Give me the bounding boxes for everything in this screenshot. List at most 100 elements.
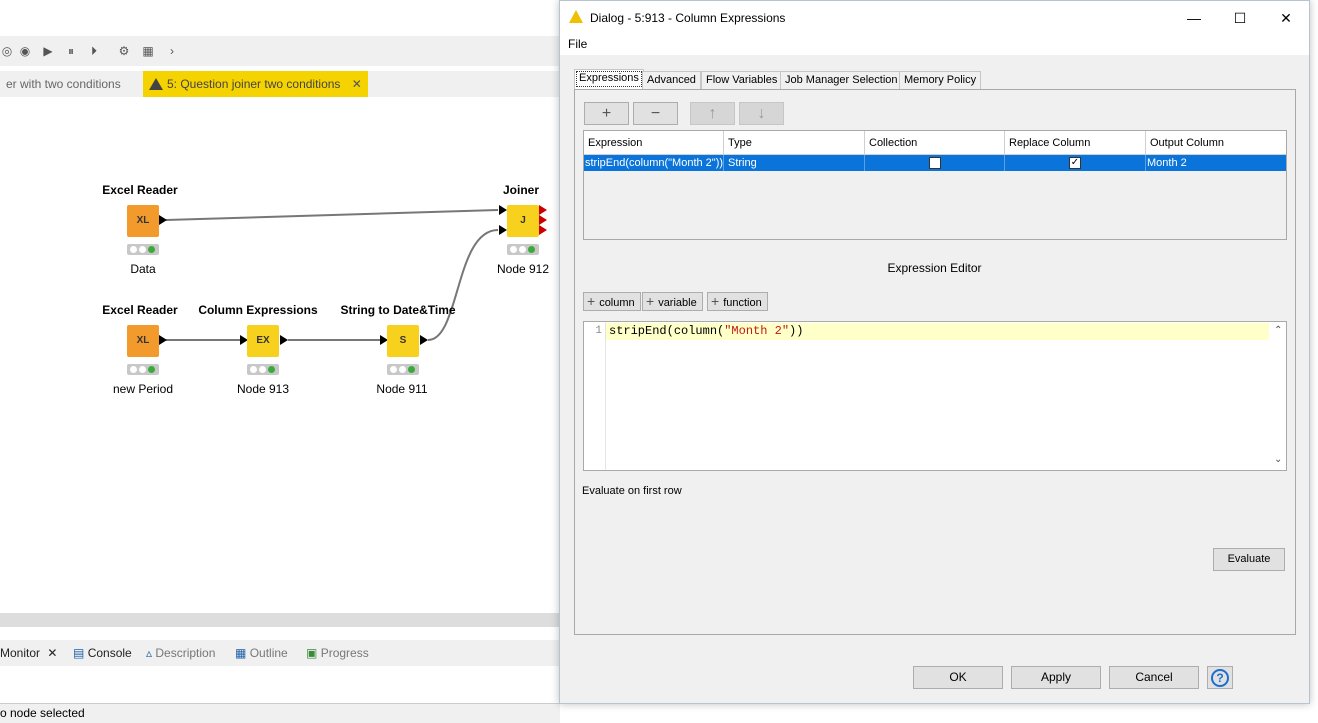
node-name[interactable]: Node 912 xyxy=(497,262,549,276)
cell-output-column[interactable]: Month 2 xyxy=(1146,155,1286,171)
node-id-icon[interactable]: ◎ xyxy=(0,44,14,58)
remove-expression-button[interactable]: − xyxy=(633,102,678,125)
move-down-button[interactable]: ↓ xyxy=(739,102,784,125)
output-port[interactable] xyxy=(159,335,167,345)
column-header-replace-column[interactable]: Replace Column xyxy=(1005,131,1146,155)
ok-button[interactable]: OK xyxy=(913,666,1003,689)
output-port[interactable] xyxy=(420,335,428,345)
excel-reader-node[interactable]: XL xyxy=(127,205,159,237)
column-header-type[interactable]: Type xyxy=(724,131,865,155)
bottom-tabs: Monitor ✕ ▤ Console ▵ Description ▦ Outl… xyxy=(0,640,560,666)
warning-icon xyxy=(149,78,163,90)
output-port[interactable] xyxy=(539,205,547,215)
tab-advanced[interactable]: Advanced xyxy=(642,71,701,89)
maximize-icon[interactable]: ☐ xyxy=(1217,1,1263,35)
plus-icon: + xyxy=(711,293,720,309)
minimize-icon[interactable]: — xyxy=(1171,1,1217,35)
plus-icon: + xyxy=(601,105,612,122)
code-text[interactable]: stripEnd(column("Month 2")) xyxy=(609,324,803,339)
help-button[interactable]: ? xyxy=(1207,666,1233,689)
node-name[interactable]: Node 913 xyxy=(237,382,289,396)
pause-icon[interactable]: ⏸ xyxy=(64,44,78,58)
node-status-lights xyxy=(127,244,159,255)
node-name-icon[interactable]: ◉ xyxy=(18,44,32,58)
insert-function-button[interactable]: + function xyxy=(707,292,768,311)
horizontal-scrollbar[interactable] xyxy=(0,613,560,627)
scroll-down-icon[interactable]: ⌄ xyxy=(1274,454,1282,465)
cell-type[interactable]: String xyxy=(724,155,865,171)
tab-description[interactable]: ▵ Description xyxy=(146,640,215,666)
column-header-expression[interactable]: Expression xyxy=(584,131,724,155)
tab-console[interactable]: ▤ Console xyxy=(73,640,132,666)
output-port[interactable] xyxy=(539,225,547,235)
add-expression-button[interactable]: + xyxy=(584,102,629,125)
help-icon: ? xyxy=(1211,669,1229,687)
execute-icon[interactable]: ▶ xyxy=(41,44,55,58)
input-port[interactable] xyxy=(499,205,507,215)
excel-reader-node[interactable]: XL xyxy=(127,325,159,357)
string-to-datetime-node[interactable]: S xyxy=(387,325,419,357)
tab-job-manager-selection[interactable]: Job Manager Selection xyxy=(780,71,903,89)
editor-tabs: er with two conditions 5: Question joine… xyxy=(0,71,560,97)
menu-bar: File xyxy=(560,35,1309,55)
table-row[interactable]: stripEnd(column("Month 2")) String ✓ Mon… xyxy=(584,155,1286,171)
tab-flow-variables[interactable]: Flow Variables xyxy=(701,71,783,89)
menu-file[interactable]: File xyxy=(568,37,587,51)
console-icon: ▤ xyxy=(73,646,85,660)
tab-workflow-1[interactable]: er with two conditions xyxy=(0,71,127,97)
node-status-lights xyxy=(507,244,539,255)
close-icon[interactable]: ✕ xyxy=(352,77,362,91)
tab-label: 5: Question joiner two conditions xyxy=(167,77,341,91)
column-header-collection[interactable]: Collection xyxy=(865,131,1005,155)
move-up-button[interactable]: ↑ xyxy=(690,102,735,125)
insert-column-button[interactable]: + column xyxy=(583,292,641,311)
dialog-titlebar[interactable]: Dialog - 5:913 - Column Expressions — ☐ … xyxy=(560,1,1309,35)
cell-expression[interactable]: stripEnd(column("Month 2")) xyxy=(584,155,724,171)
close-icon[interactable]: ✕ xyxy=(47,646,57,660)
close-icon[interactable]: ✕ xyxy=(1263,1,1309,35)
output-port[interactable] xyxy=(280,335,288,345)
input-port[interactable] xyxy=(499,225,507,235)
expression-code-editor[interactable]: 1 stripEnd(column("Month 2")) ⌃ ⌄ xyxy=(583,321,1287,471)
cancel-button[interactable]: Cancel xyxy=(1109,666,1199,689)
node-status-lights xyxy=(127,364,159,375)
status-bar: o node selected xyxy=(0,703,560,723)
column-header-output-column[interactable]: Output Column xyxy=(1146,131,1286,155)
arrow-up-icon: ↑ xyxy=(708,105,717,122)
workflow-canvas[interactable]: Excel Reader XL Data Excel Reader XL new… xyxy=(0,97,560,611)
evaluate-button[interactable]: Evaluate xyxy=(1213,548,1285,571)
cell-replace-column[interactable]: ✓ xyxy=(1005,155,1146,171)
tab-memory-policy[interactable]: Memory Policy xyxy=(899,71,982,89)
insert-variable-button[interactable]: + variable xyxy=(642,292,703,311)
node-status-lights xyxy=(387,364,419,375)
resume-icon[interactable]: ⏵ xyxy=(87,44,101,58)
column-expressions-dialog: Dialog - 5:913 - Column Expressions — ☐ … xyxy=(559,0,1310,704)
apply-button[interactable]: Apply xyxy=(1011,666,1101,689)
joiner-node[interactable]: J xyxy=(507,205,539,237)
tab-progress[interactable]: ▣ Progress xyxy=(306,640,369,666)
tab-outline[interactable]: ▦ Outline xyxy=(235,640,288,666)
editor-scrollbar[interactable]: ⌃ ⌄ xyxy=(1270,322,1286,470)
dialog-title: Dialog - 5:913 - Column Expressions xyxy=(590,11,786,25)
chevron-right-icon[interactable]: › xyxy=(165,44,179,58)
status-text: o node selected xyxy=(0,706,85,720)
configure-icon[interactable]: ⚙ xyxy=(117,44,131,58)
node-name[interactable]: new Period xyxy=(113,382,173,396)
node-status-lights xyxy=(247,364,279,375)
layout-icon[interactable]: ▦ xyxy=(141,44,155,58)
tab-workflow-2[interactable]: 5: Question joiner two conditions ✕ xyxy=(143,71,368,97)
output-port[interactable] xyxy=(159,215,167,225)
scroll-up-icon[interactable]: ⌃ xyxy=(1274,325,1282,336)
outline-icon: ▦ xyxy=(235,646,247,660)
tab-expressions[interactable]: Expressions xyxy=(574,69,644,89)
replace-column-checkbox[interactable]: ✓ xyxy=(1069,157,1081,169)
output-port[interactable] xyxy=(539,215,547,225)
column-expressions-node[interactable]: EX xyxy=(247,325,279,357)
collection-checkbox[interactable] xyxy=(929,157,941,169)
node-title: Excel Reader xyxy=(102,183,178,197)
node-name[interactable]: Data xyxy=(130,262,155,276)
node-title: String to Date&Time xyxy=(340,303,456,317)
cell-collection[interactable] xyxy=(865,155,1005,171)
node-name[interactable]: Node 911 xyxy=(376,382,427,396)
tab-monitor[interactable]: Monitor ✕ xyxy=(0,640,57,666)
